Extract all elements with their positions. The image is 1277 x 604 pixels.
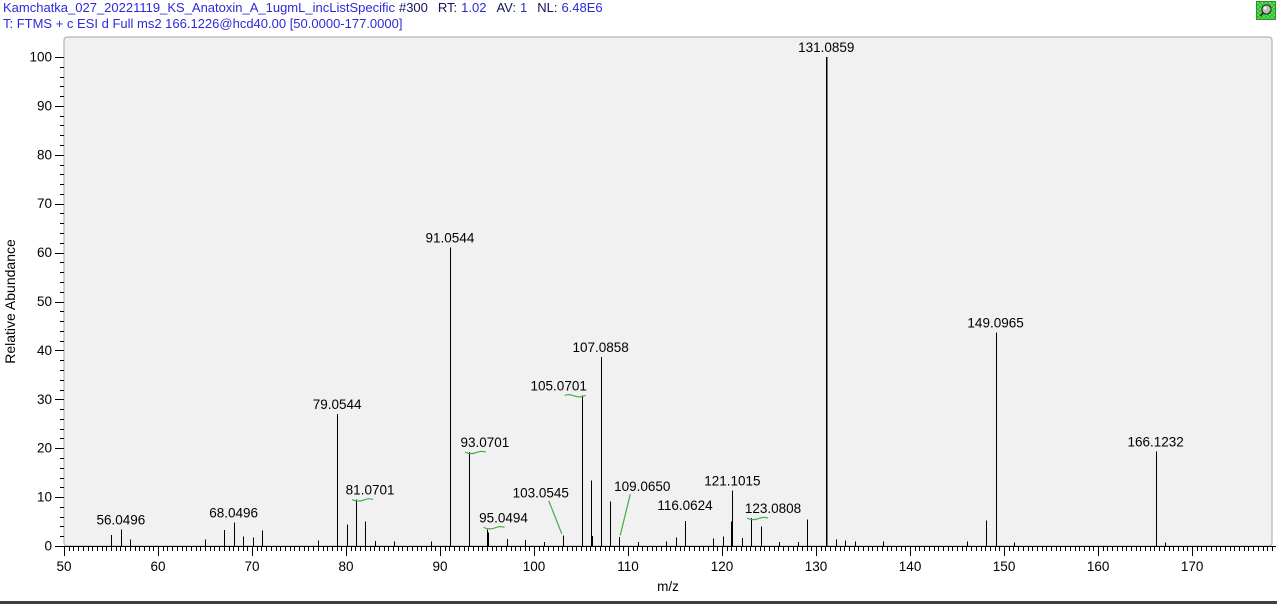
peak-label: 166.1232 xyxy=(1127,435,1183,450)
y-tick-label: 0 xyxy=(44,539,52,554)
y-tick-label: 60 xyxy=(37,245,52,260)
peak-label: 95.0494 xyxy=(479,510,528,525)
peak-label: 56.0496 xyxy=(96,512,145,527)
x-tick-label: 90 xyxy=(433,559,448,574)
peak-label: 79.0544 xyxy=(313,397,362,412)
peak-label: 109.0650 xyxy=(614,479,670,494)
y-tick-label: 100 xyxy=(29,50,52,65)
y-tick-label: 70 xyxy=(37,196,52,211)
x-tick-label: 60 xyxy=(150,559,165,574)
plot-area[interactable] xyxy=(64,37,1272,546)
y-tick-label: 30 xyxy=(37,392,52,407)
y-tick-label: 20 xyxy=(37,441,52,456)
peak-label: 103.0545 xyxy=(513,486,569,501)
y-tick-label: 50 xyxy=(37,294,52,309)
x-tick-label: 130 xyxy=(805,559,828,574)
peak-label: 91.0544 xyxy=(426,231,475,246)
peak-label: 68.0496 xyxy=(209,506,258,521)
x-tick-label: 110 xyxy=(617,559,639,574)
y-tick-label: 90 xyxy=(37,98,52,113)
x-tick-label: 70 xyxy=(244,559,259,574)
peak-label: 107.0858 xyxy=(572,340,628,355)
y-tick-label: 10 xyxy=(37,490,52,505)
peak-label: 105.0701 xyxy=(531,378,587,393)
spectrum-chart: 50 60 70 80 90 100 110 120 130 140 150 160 170 0 10 20 3… xyxy=(0,0,1277,604)
peak-label: 121.1015 xyxy=(704,474,760,489)
peak-label: 93.0701 xyxy=(460,435,509,450)
peak-label: 149.0965 xyxy=(967,315,1023,330)
x-tick-label: 80 xyxy=(339,559,354,574)
x-tick-label: 50 xyxy=(56,559,71,574)
x-axis-title: m/z xyxy=(657,579,679,594)
x-tick-label: 120 xyxy=(711,559,734,574)
peak-label: 116.0624 xyxy=(657,498,713,513)
x-tick-label: 150 xyxy=(993,559,1016,574)
peak-label: 81.0701 xyxy=(346,483,395,498)
x-tick-label: 160 xyxy=(1087,559,1110,574)
y-tick-label: 80 xyxy=(37,147,52,162)
y-axis-title: Relative Abundance xyxy=(2,239,18,364)
y-tick-label: 40 xyxy=(37,343,52,358)
x-tick-label: 140 xyxy=(899,559,922,574)
x-tick-label: 170 xyxy=(1181,559,1204,574)
x-tick-label: 100 xyxy=(523,559,546,574)
peak-label: 131.0859 xyxy=(798,40,854,55)
peak-label: 123.0808 xyxy=(745,501,801,516)
